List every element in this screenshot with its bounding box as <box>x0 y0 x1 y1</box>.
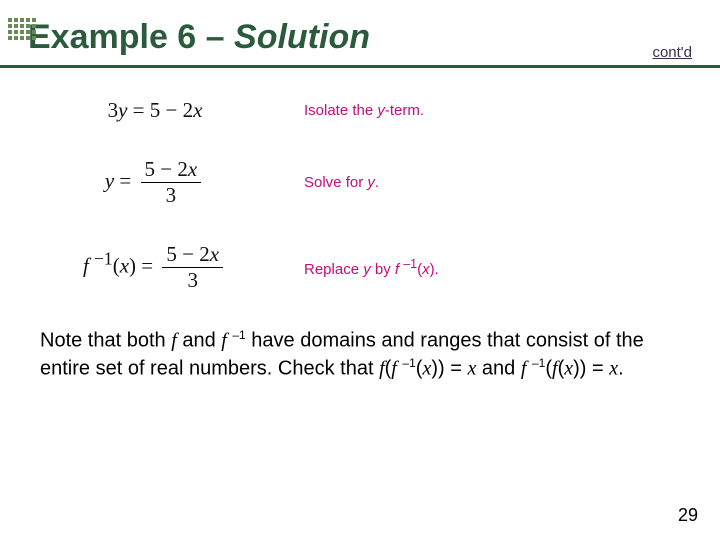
title-prefix: Example 6 – <box>28 18 234 56</box>
page-number: 29 <box>678 505 698 526</box>
steps-area: 3y = 5 − 2x Isolate the y-term. y = 5 − … <box>0 68 720 293</box>
step-math: y = 5 − 2x3 <box>40 157 270 208</box>
step-annotation: Solve for y. <box>304 174 379 191</box>
note-text: Note that both f and f –1 have domains a… <box>0 327 720 382</box>
step-math: 3y = 5 − 2x <box>40 98 270 123</box>
step-annotation: Isolate the y-term. <box>304 102 424 119</box>
slide-header: Example 6 – Solution cont'd <box>0 0 720 68</box>
step-row: f −1(x) = 5 − 2x3 Replace y by f –1(x). <box>40 242 680 293</box>
step-annotation: Replace y by f –1(x). <box>304 257 439 278</box>
step-row: 3y = 5 − 2x Isolate the y-term. <box>40 98 680 123</box>
page-title: Example 6 – Solution <box>28 18 720 59</box>
step-row: y = 5 − 2x3 Solve for y. <box>40 157 680 208</box>
title-italic: Solution <box>234 18 370 56</box>
decor-dots-icon <box>8 18 36 42</box>
continued-label: cont'd <box>652 44 692 61</box>
step-math: f −1(x) = 5 − 2x3 <box>40 242 270 293</box>
